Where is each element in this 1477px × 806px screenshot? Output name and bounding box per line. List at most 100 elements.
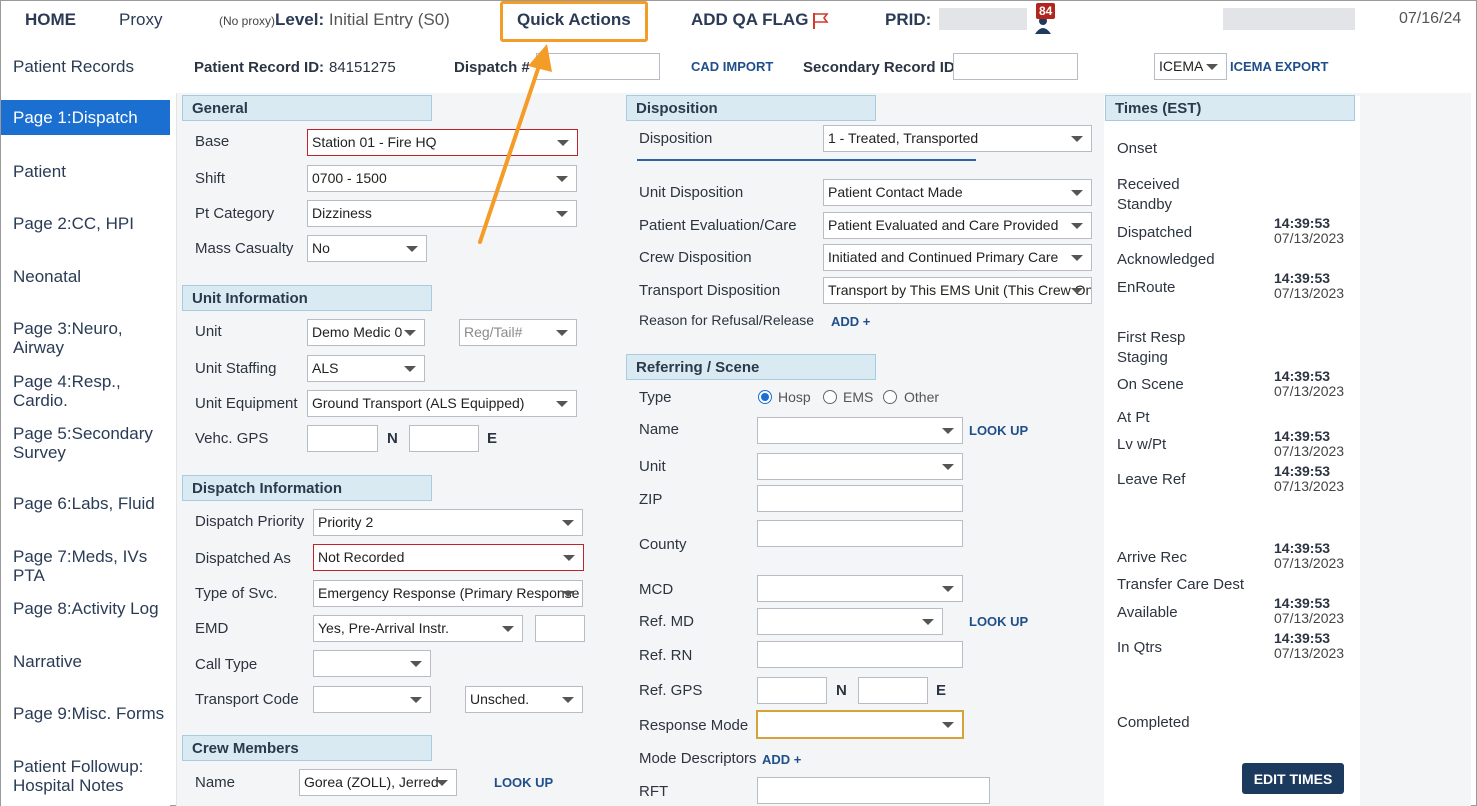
dispatch-priority-label: Dispatch Priority	[195, 513, 305, 530]
ref-gps-n-input[interactable]	[757, 677, 827, 704]
patient-evaluation-select[interactable]: Patient Evaluated and Care Provided	[823, 212, 1092, 239]
nav-page5-secondary-survey[interactable]: Page 5:Secondary Survey	[1, 424, 170, 462]
crew-members-section-header: Crew Members	[182, 735, 432, 761]
base-select[interactable]: Station 01 - Fire HQ	[307, 129, 578, 156]
reg-tail-select[interactable]: Reg/Tail#	[459, 319, 577, 346]
nav-prefix: Page 5:	[13, 424, 72, 443]
flag-icon[interactable]	[812, 12, 830, 30]
crew-disposition-select[interactable]: Initiated and Continued Primary Care	[823, 244, 1092, 271]
reason-refusal-add-button[interactable]: ADD +	[831, 314, 870, 329]
ref-md-look-up-button[interactable]: LOOK UP	[969, 614, 1028, 629]
nav-page8-activity-log[interactable]: Page 8:Activity Log	[1, 599, 170, 618]
proxy-link[interactable]: Proxy	[119, 10, 162, 30]
nav-page2-cc-hpi[interactable]: Page 2:CC, HPI	[1, 214, 170, 233]
crew-disposition-select-value: Initiated and Continued Primary Care	[828, 249, 1059, 265]
secondary-record-id-input[interactable]	[953, 53, 1078, 80]
crew-name-select[interactable]: Gorea (ZOLL), Jerred	[299, 769, 457, 796]
transport-schedule-select[interactable]: Unsched.	[465, 686, 583, 713]
transport-code-select[interactable]	[313, 686, 431, 713]
icema-export-button[interactable]: ICEMA EXPORT	[1230, 59, 1328, 74]
pt-category-select[interactable]: Dizziness	[307, 200, 577, 227]
add-qa-flag-button[interactable]: ADD QA FLAG	[691, 10, 808, 30]
nav-page6-labs-fluid[interactable]: Page 6:Labs, Fluid	[1, 494, 170, 513]
ref-gps-e-input[interactable]	[858, 677, 928, 704]
disposition-select[interactable]: 1 - Treated, Transported	[823, 125, 1092, 152]
unit-equipment-select[interactable]: Ground Transport (ALS Equipped)	[307, 390, 577, 417]
ref-gps-e-label: E	[936, 682, 947, 699]
emd-select-value: Yes, Pre-Arrival Instr.	[318, 620, 449, 636]
nav-page7-meds[interactable]: Page 7:Meds, IVs PTA	[1, 547, 170, 585]
dispatch-priority-select-value: Priority 2	[318, 514, 374, 530]
type-of-svc-select[interactable]: Emergency Response (Primary Response Are…	[313, 580, 583, 607]
shift-select[interactable]: 0700 - 1500	[307, 165, 577, 192]
zip-input[interactable]	[757, 485, 963, 512]
nav-prefix: Page 9:	[13, 704, 72, 723]
referring-look-up-button[interactable]: LOOK UP	[969, 423, 1028, 438]
crew-look-up-button[interactable]: LOOK UP	[494, 775, 553, 790]
leave-ref-time: 14:39:53	[1274, 463, 1331, 479]
time-row-enroute: EnRoute	[1117, 279, 1176, 296]
shift-select-value: 0700 - 1500	[312, 170, 387, 186]
level-indicator: (No proxy)Level: Initial Entry (S0)	[219, 10, 450, 30]
mass-casualty-select-value: No	[312, 240, 330, 256]
icema-select[interactable]: ICEMA	[1154, 53, 1227, 80]
arrive-rec-time: 14:39:53	[1274, 540, 1331, 556]
time-row-standby: Standby	[1117, 196, 1173, 213]
on-scene-time: 14:39:53	[1274, 368, 1331, 384]
nav-label: Patient Records	[13, 57, 134, 76]
vehc-gps-n-input[interactable]	[307, 425, 378, 452]
reason-refusal-label: Reason for Refusal/Release	[639, 312, 815, 328]
unit-staffing-select-value: ALS	[312, 360, 339, 376]
mass-casualty-select[interactable]: No	[307, 235, 427, 262]
time-row-at-pt: At Pt	[1117, 409, 1150, 426]
response-mode-label: Response Mode	[639, 717, 749, 734]
rft-input[interactable]	[757, 777, 990, 804]
nav-patient[interactable]: Patient	[1, 162, 170, 181]
referring-unit-select[interactable]	[757, 453, 963, 480]
emd-code-input[interactable]	[535, 615, 585, 642]
type-ems-radio[interactable]	[823, 390, 837, 404]
transport-disposition-select[interactable]: Transport by This EMS Unit (This Crew On…	[823, 277, 1092, 304]
nav-patient-records[interactable]: Patient Records	[1, 57, 170, 76]
unit-staffing-select[interactable]: ALS	[307, 355, 425, 382]
nav-patient-followup[interactable]: Patient Followup: Hospital Notes	[1, 757, 170, 795]
unit-select[interactable]: Demo Medic 0	[307, 319, 425, 346]
patient-record-id-label: Patient Record ID:	[194, 59, 325, 76]
nav-neonatal[interactable]: Neonatal	[1, 267, 170, 286]
emd-select[interactable]: Yes, Pre-Arrival Instr.	[313, 615, 523, 642]
county-input[interactable]	[757, 520, 963, 547]
vehc-gps-e-input[interactable]	[409, 425, 479, 452]
type-hosp-radio[interactable]	[758, 390, 772, 404]
mcd-select[interactable]	[757, 575, 963, 602]
time-row-dispatched: Dispatched	[1117, 224, 1193, 241]
nav-page3-neuro-airway[interactable]: Page 3:Neuro, Airway	[1, 319, 170, 357]
nav-narrative[interactable]: Narrative	[1, 652, 170, 671]
dispatch-info-section-header: Dispatch Information	[182, 475, 432, 501]
left-nav: Patient Records Page 1:Dispatch Patient …	[1, 40, 170, 806]
nav-page1-dispatch[interactable]: Page 1:Dispatch	[1, 100, 170, 135]
dispatch-number-input[interactable]	[536, 53, 660, 80]
transport-disposition-label: Transport Disposition	[639, 282, 781, 299]
disposition-select-value: 1 - Treated, Transported	[828, 130, 979, 146]
edit-times-button[interactable]: EDIT TIMES	[1242, 763, 1344, 794]
ref-md-select[interactable]	[757, 608, 943, 635]
unit-disposition-select[interactable]: Patient Contact Made	[823, 179, 1092, 206]
nav-label: Patient	[13, 162, 66, 181]
cad-import-button[interactable]: CAD IMPORT	[691, 59, 773, 74]
dispatched-as-select[interactable]: Not Recorded	[313, 544, 584, 571]
home-link[interactable]: HOME	[25, 10, 76, 30]
nav-page9-misc-forms[interactable]: Page 9:Misc. Forms	[1, 704, 170, 723]
reg-tail-placeholder: Reg/Tail#	[464, 324, 523, 340]
type-other-radio[interactable]	[883, 390, 897, 404]
call-type-select[interactable]	[313, 650, 431, 677]
mode-descriptors-add-button[interactable]: ADD +	[762, 752, 801, 767]
dispatch-priority-select[interactable]: Priority 2	[313, 509, 583, 536]
referring-name-select[interactable]	[757, 417, 963, 444]
nav-page4-resp-cardio[interactable]: Page 4:Resp., Cardio.	[1, 372, 170, 410]
ref-rn-input[interactable]	[757, 641, 963, 668]
dispatch-number-label: Dispatch #	[454, 59, 530, 76]
disposition-label: Disposition	[639, 130, 713, 147]
available-date: 07/13/2023	[1274, 610, 1345, 626]
nav-label-line2: Hospital Notes	[13, 776, 124, 795]
response-mode-select[interactable]	[756, 710, 964, 739]
